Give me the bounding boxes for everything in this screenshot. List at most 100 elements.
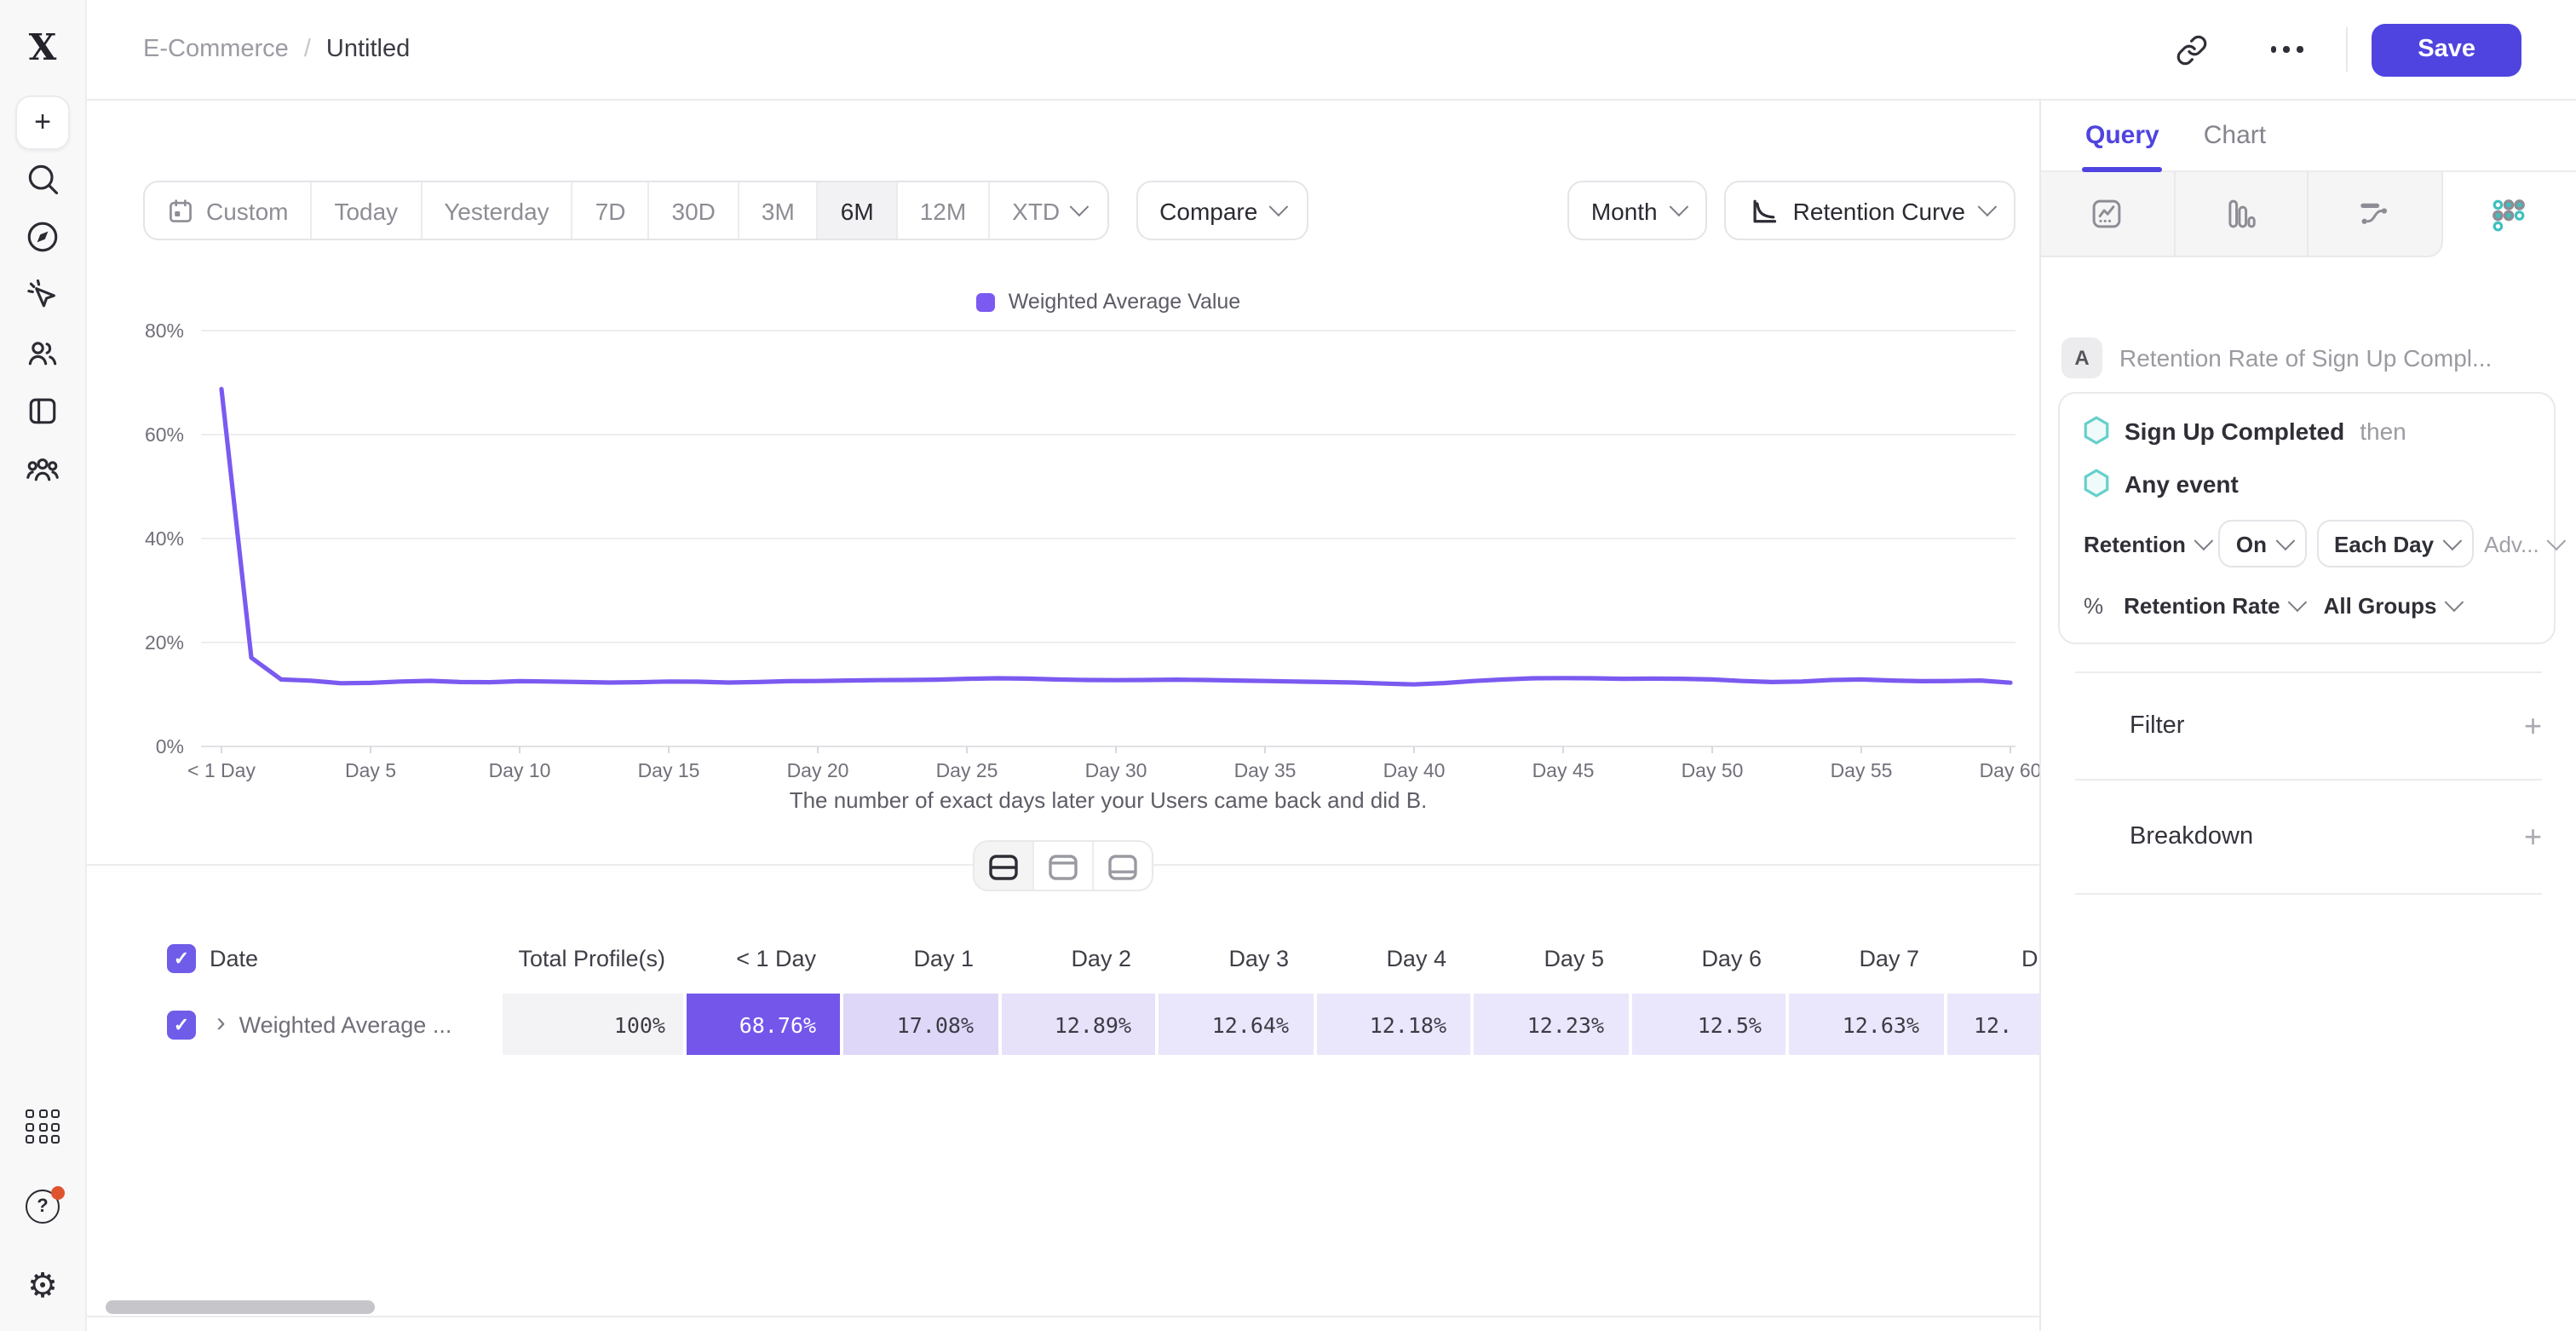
column-header: Day 7: [1789, 929, 1943, 987]
users-icon[interactable]: [14, 324, 72, 382]
settings-gear-icon[interactable]: ⚙: [14, 1258, 72, 1316]
row-checkbox[interactable]: ✓: [167, 943, 196, 972]
table-data-row: ✓›Weighted Average ...100%68.76%17.08%12…: [153, 994, 2039, 1055]
row-label: Weighted Average ...: [239, 1011, 452, 1037]
row-value-cell: 12.23%: [1474, 994, 1628, 1055]
copy-link-icon[interactable]: [2165, 24, 2217, 75]
retention-on-dropdown[interactable]: On: [2219, 520, 2307, 568]
svg-text:Day 20: Day 20: [787, 759, 849, 781]
chart-caption: The number of exact days later your User…: [201, 787, 2015, 813]
svg-text:Day 60: Day 60: [1980, 759, 2039, 781]
svg-text:Day 5: Day 5: [345, 759, 396, 781]
add-filter-button[interactable]: +: [2524, 708, 2542, 744]
row-checkbox[interactable]: ✓: [167, 1010, 196, 1039]
chart-type-button[interactable]: Retention Curve: [1725, 181, 2015, 240]
row-value-cell: 17.08%: [843, 994, 998, 1055]
layout-split-bar: [85, 840, 2039, 891]
breakdown-section: Breakdown +: [2075, 779, 2542, 895]
groups-dropdown[interactable]: All Groups: [2324, 593, 2460, 619]
layout-chart-only-button[interactable]: [1032, 842, 1091, 891]
retention-type-dropdown[interactable]: Retention: [2084, 531, 2209, 556]
save-button[interactable]: Save: [2372, 23, 2521, 76]
mixpanel-logo-icon[interactable]: X: [20, 22, 65, 70]
panel-sections: Filter + Breakdown +: [2075, 671, 2542, 895]
column-header: D: [1946, 929, 2039, 987]
help-icon[interactable]: ?: [14, 1178, 72, 1236]
discover-compass-icon[interactable]: [14, 208, 72, 266]
first-event-row[interactable]: Sign Up Completed then: [2084, 416, 2530, 445]
topbar-divider: [2346, 27, 2348, 72]
report-type-retention-icon[interactable]: [2442, 172, 2576, 257]
column-header: Day 5: [1474, 929, 1628, 987]
svg-text:0%: 0%: [156, 735, 184, 758]
table-bottom-divider: [85, 1316, 2039, 1317]
return-event-row[interactable]: Any event: [2084, 469, 2530, 498]
query-step-badge: A: [2061, 337, 2102, 378]
chevron-down-icon: [1670, 198, 1688, 216]
range-6m[interactable]: 6M: [817, 182, 896, 239]
svg-text:40%: 40%: [145, 527, 184, 550]
column-header: Day 3: [1159, 929, 1313, 987]
metric-dropdown[interactable]: Retention Rate: [2124, 593, 2303, 619]
range-xtd[interactable]: XTD: [988, 182, 1107, 239]
query-card: Sign Up Completed then Any event Retenti…: [2058, 392, 2556, 644]
row-value-cell: 12.64%: [1159, 994, 1313, 1055]
range-7d[interactable]: 7D: [572, 182, 648, 239]
range-yesterday[interactable]: Yesterday: [420, 182, 572, 239]
granularity-button[interactable]: Month: [1567, 181, 1708, 240]
search-icon[interactable]: [14, 150, 72, 208]
event-hexagon-icon: [2084, 416, 2109, 445]
tab-chart[interactable]: Chart: [2204, 99, 2266, 170]
tab-query[interactable]: Query: [2085, 99, 2159, 170]
add-breakdown-button[interactable]: +: [2524, 819, 2542, 855]
advanced-dropdown[interactable]: Adv...: [2484, 531, 2562, 556]
cohorts-icon[interactable]: [14, 440, 72, 498]
calendar-icon: [167, 197, 194, 224]
compare-button[interactable]: Compare: [1136, 181, 1308, 240]
main-content: CustomTodayYesterday7D30D3M6M12MXTD Comp…: [85, 99, 2039, 1331]
filter-label: Filter: [2075, 712, 2184, 740]
breadcrumb-project[interactable]: E-Commerce: [143, 36, 289, 63]
report-type-insights-icon[interactable]: [2041, 172, 2175, 257]
range-30d[interactable]: 30D: [648, 182, 738, 239]
svg-text:Day 10: Day 10: [489, 759, 551, 781]
chevron-down-icon: [1270, 198, 1288, 216]
query-panel: Query Chart: [2039, 99, 2576, 1331]
metric-prefix: %: [2084, 593, 2103, 619]
layout-table-only-button[interactable]: [1091, 842, 1151, 891]
events-cursor-icon[interactable]: [14, 266, 72, 324]
range-12m[interactable]: 12M: [896, 182, 988, 239]
svg-text:80%: 80%: [145, 320, 184, 342]
apps-grid-icon[interactable]: [14, 1098, 72, 1155]
notification-dot: [51, 1186, 65, 1200]
column-header: Day 6: [1631, 929, 1785, 987]
chart-legend[interactable]: Weighted Average Value: [201, 290, 2015, 314]
column-header: Day 4: [1316, 929, 1470, 987]
row-expander-icon[interactable]: ›: [216, 1011, 226, 1038]
more-options-icon[interactable]: [2261, 24, 2312, 75]
boards-icon[interactable]: [14, 382, 72, 440]
retention-chart[interactable]: 0%20%40%60%80%< 1 DayDay 5Day 10Day 15Da…: [85, 317, 2039, 811]
svg-text:60%: 60%: [145, 424, 184, 446]
row-value-cell: 12.: [1946, 994, 2039, 1055]
report-type-funnels-icon[interactable]: [2175, 172, 2309, 257]
report-type-flows-icon[interactable]: [2309, 172, 2442, 257]
breakdown-label: Breakdown: [2075, 823, 2253, 850]
svg-text:Day 35: Day 35: [1234, 759, 1297, 781]
range-custom[interactable]: Custom: [145, 182, 310, 239]
layout-split-view-button[interactable]: [974, 842, 1032, 891]
range-today[interactable]: Today: [310, 182, 420, 239]
query-title[interactable]: Retention Rate of Sign Up Compl...: [2119, 344, 2492, 372]
report-type-strip: [2041, 172, 2576, 257]
column-header: Total Profile(s): [503, 929, 682, 987]
report-title[interactable]: Untitled: [326, 36, 410, 63]
event-hexagon-icon: [2084, 469, 2109, 498]
chevron-down-icon: [1070, 198, 1088, 216]
horizontal-scrollbar-thumb[interactable]: [106, 1300, 375, 1314]
row-date-cell: ✓ › Weighted Average ...: [153, 994, 503, 1055]
chevron-down-icon: [1977, 198, 1995, 216]
retention-interval-dropdown[interactable]: Each Day: [2317, 520, 2474, 568]
create-button[interactable]: +: [15, 95, 70, 150]
range-3m[interactable]: 3M: [738, 182, 817, 239]
left-sidebar: X + ? ⚙: [0, 0, 87, 1331]
